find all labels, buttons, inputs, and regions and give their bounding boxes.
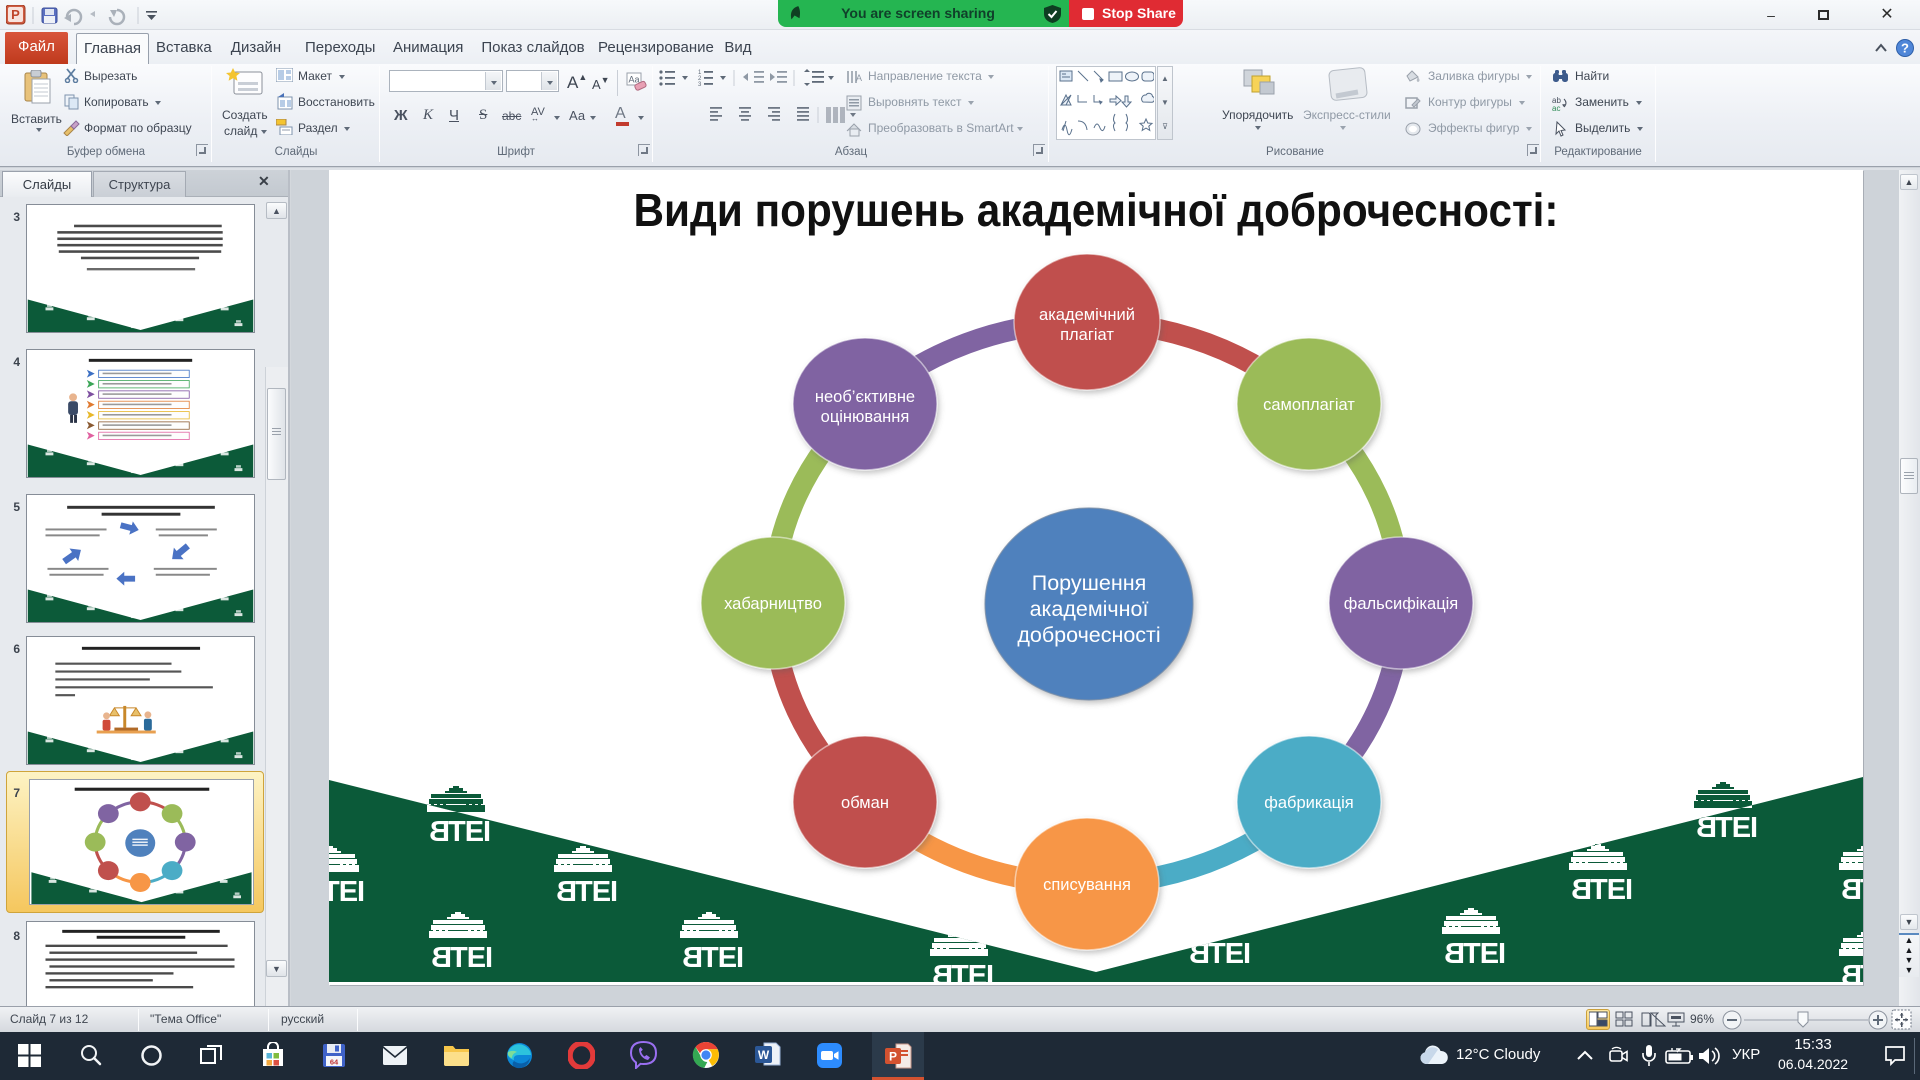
svg-text:P: P	[889, 1050, 897, 1064]
svg-text:А: А	[856, 73, 862, 83]
svg-text:обман: обман	[841, 794, 889, 812]
svg-text:оцінювання: оцінювання	[821, 408, 910, 426]
svg-text:Аа: Аа	[628, 75, 639, 85]
svg-text:плагіат: плагіат	[1060, 326, 1114, 344]
svg-text:Порушення: Порушення	[1032, 571, 1146, 595]
svg-text:доброчесності: доброчесності	[1017, 623, 1160, 647]
svg-text:P: P	[11, 7, 20, 22]
svg-text:ac: ac	[1552, 104, 1560, 111]
svg-text:самоплагіат: самоплагіат	[1263, 396, 1355, 414]
svg-text:необ’єктивне: необ’єктивне	[815, 388, 915, 406]
svg-text:академічний: академічний	[1039, 306, 1135, 324]
svg-text:?: ?	[1901, 41, 1909, 56]
svg-text:списування: списування	[1043, 876, 1131, 894]
svg-text:фальсифікація: фальсифікація	[1344, 595, 1459, 613]
svg-text:3: 3	[698, 82, 702, 87]
svg-text:академічної: академічної	[1030, 597, 1149, 621]
svg-text:Види порушень академічної добр: Види порушень академічної доброчесності:	[634, 184, 1559, 236]
svg-text:хабарництво: хабарництво	[724, 595, 822, 613]
svg-text:фабрикація: фабрикація	[1264, 794, 1353, 812]
svg-text:W: W	[758, 1048, 770, 1062]
svg-text:64: 64	[330, 1058, 339, 1067]
